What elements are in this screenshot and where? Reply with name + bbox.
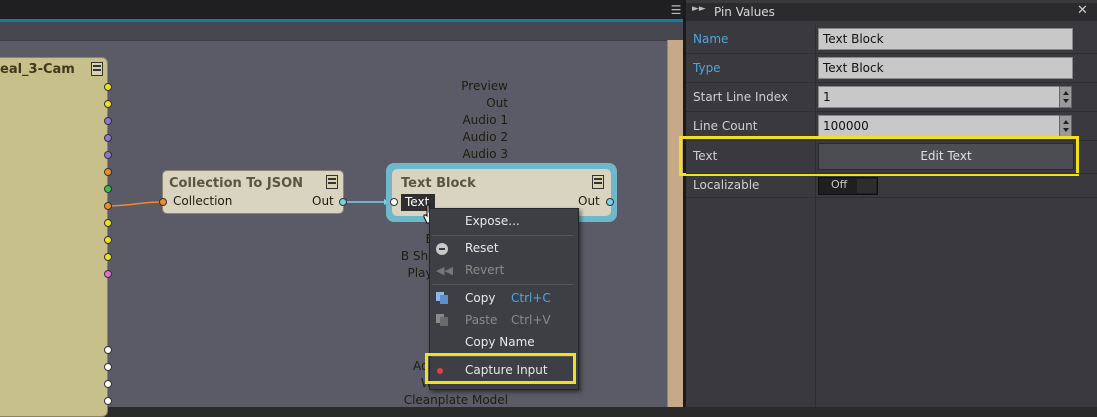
reset-icon [436,243,448,255]
camera-output-pin[interactable] [104,168,112,176]
row-divider [686,82,1097,83]
close-icon[interactable]: ✕ [1077,3,1088,18]
text-block-node-title: Text Block [401,176,476,191]
copy-icon [436,292,448,304]
camera-output-pin[interactable] [104,100,112,108]
copy-shortcut: Ctrl+C [511,291,551,305]
start-line-index-label: Start Line Index [693,90,788,104]
text-row-highlight [679,136,1079,176]
text-block-output-pin[interactable] [606,198,614,206]
camera-output-pin[interactable] [104,219,112,227]
camera-output-label: Audio 3 [462,147,508,161]
camera-output-pin[interactable] [104,151,112,159]
menu-item-reset[interactable]: Reset [465,241,499,255]
camera-output-pin[interactable] [104,270,112,278]
type-label: Type [693,61,721,75]
start-line-index-field[interactable]: 1 [818,86,1060,108]
camera-output-pin[interactable] [104,397,112,405]
collection-input-label: Collection [173,194,233,208]
menu-item-revert: Revert [465,263,505,277]
localizable-label: Localizable [693,178,760,192]
camera-output-label: Out [486,96,508,110]
camera-node[interactable] [0,57,108,417]
localizable-value: Off [831,178,848,191]
camera-output-pin[interactable] [104,363,112,371]
line-count-label: Line Count [693,119,758,133]
collection-input-pin[interactable] [159,198,167,206]
menu-item-copy[interactable]: Copy [465,291,495,305]
camera-output-pin[interactable] [104,253,112,261]
name-field[interactable]: Text Block [818,28,1073,50]
text-input-pin[interactable] [390,198,398,206]
menu-item-copy-name[interactable]: Copy Name [465,335,535,349]
panel-title: Pin Values [714,5,775,19]
menu-divider [432,235,574,236]
camera-output-pin[interactable] [104,134,112,142]
menu-item-paste: Paste [465,313,498,327]
camera-output-label: Preview [461,79,508,93]
collection-output-pin[interactable] [339,198,347,206]
link-control-data [107,201,163,207]
toggle-knob [857,179,876,193]
node-menu-icon[interactable] [326,175,338,189]
menu-item-expose[interactable]: Expose... [465,214,520,228]
start-line-index-stepper[interactable] [1059,86,1072,108]
camera-output-label: Audio 2 [462,130,508,144]
camera-output-pin[interactable] [104,202,112,210]
paste-icon [436,314,448,326]
menu-divider [432,284,574,285]
line-count-field[interactable]: 100000 [818,115,1060,137]
type-field[interactable]: Text Block [818,57,1073,79]
name-label: Name [693,32,729,46]
paste-shortcut: Ctrl+V [511,313,551,327]
collection-node-title: Collection To JSON [169,176,304,191]
camera-output-pin[interactable] [104,185,112,193]
node-menu-icon[interactable] [592,175,604,189]
camera-output-pin[interactable] [104,346,112,354]
row-divider [686,53,1097,54]
revert-icon: ◀◀ [436,264,453,277]
node-menu-icon[interactable] [91,62,103,76]
camera-output-pin[interactable] [104,380,112,388]
text-block-output-label: Out [578,194,600,208]
camera-output-label: Cleanplate Model [403,393,508,407]
row-divider [686,197,1097,198]
row-divider [686,111,1097,112]
camera-output-pin[interactable] [104,83,112,91]
camera-output-pin[interactable] [104,236,112,244]
row-divider [686,173,1097,174]
camera-output-pin[interactable] [104,117,112,125]
collection-output-label: Out [312,194,334,208]
camera-node-title: eal_3-Cam [0,62,75,77]
capture-input-highlight [425,353,576,384]
line-count-stepper[interactable] [1059,115,1072,137]
camera-output-label: Audio 1 [462,113,508,127]
panel-collapse-icon[interactable]: ►► [692,4,706,14]
